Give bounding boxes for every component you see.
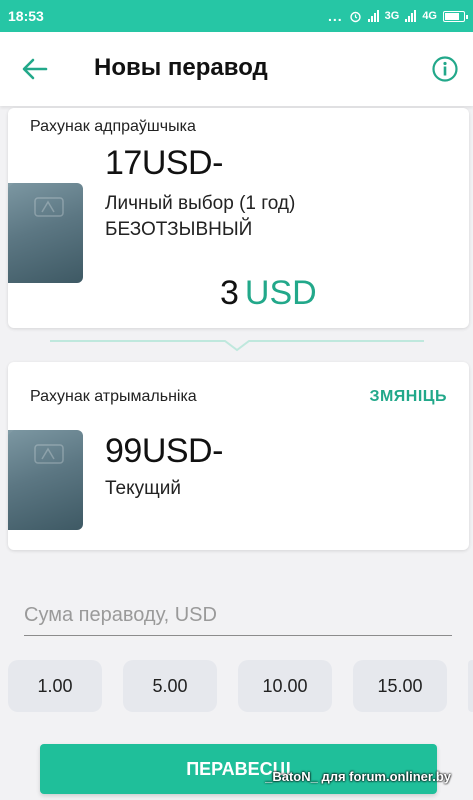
quick-amount-15[interactable]: 15.00 xyxy=(353,660,447,712)
watermark-text: _BatoN_ для forum.onliner.by xyxy=(265,769,451,784)
bank-logo-icon xyxy=(34,444,64,464)
battery-icon xyxy=(443,10,468,22)
info-circle-icon[interactable] xyxy=(432,56,458,82)
signal-icon xyxy=(367,10,379,22)
status-bar: 18:53 ... 3G 4G xyxy=(0,0,473,32)
sender-account-card[interactable]: Рахунак адпраўшчыка 17USD- Личный выбор … xyxy=(8,108,469,328)
signal-icon-2 xyxy=(405,10,417,22)
amount-input[interactable]: Сума пераводу, USD xyxy=(24,600,452,636)
recipient-label: Рахунак атрымальніка xyxy=(30,388,197,405)
bank-logo-icon xyxy=(34,197,64,217)
sender-balance-value: 3 xyxy=(220,274,239,312)
bank-card-image xyxy=(8,430,83,530)
sender-description-line2: БЕЗОТЗЫВНЫЙ xyxy=(105,219,253,240)
app-bar: Новы перавод xyxy=(0,32,473,106)
quick-amounts: 1.00 5.00 10.00 15.00 xyxy=(8,660,473,712)
quick-amount-10[interactable]: 10.00 xyxy=(238,660,332,712)
network-4g-label: 4G xyxy=(422,10,437,22)
bank-card-image xyxy=(8,183,83,283)
change-recipient-button[interactable]: ЗМЯНІЦЬ xyxy=(369,388,447,406)
status-time: 18:53 xyxy=(8,8,44,24)
sender-account-description: Личный выбор (1 год) БЕЗОТЗЫВНЫЙ xyxy=(105,191,295,243)
recipient-account-number: 99USD- xyxy=(105,432,223,470)
quick-amount-5[interactable]: 5.00 xyxy=(123,660,217,712)
notification-dots: ... xyxy=(327,8,343,24)
alarm-icon xyxy=(349,11,361,22)
status-icons: ... 3G 4G xyxy=(327,8,468,24)
recipient-account-description: Текущий xyxy=(105,478,181,499)
recipient-account-card[interactable]: Рахунак атрымальніка ЗМЯНІЦЬ 99USD- Теку… xyxy=(8,362,469,550)
sender-balance-currency: USD xyxy=(244,274,317,312)
transfer-divider xyxy=(50,340,424,352)
sender-description-line1: Личный выбор (1 год) xyxy=(105,193,296,214)
sender-label: Рахунак адпраўшчыка xyxy=(30,118,196,135)
sender-balance: 3 USD xyxy=(220,274,317,313)
sender-account-number: 17USD- xyxy=(105,144,223,182)
quick-amount-1[interactable]: 1.00 xyxy=(8,660,102,712)
quick-amount-more[interactable] xyxy=(468,660,473,712)
page-title: Новы перавод xyxy=(94,54,268,81)
network-3g-label: 3G xyxy=(384,10,400,22)
arrow-left-icon[interactable] xyxy=(22,58,48,80)
